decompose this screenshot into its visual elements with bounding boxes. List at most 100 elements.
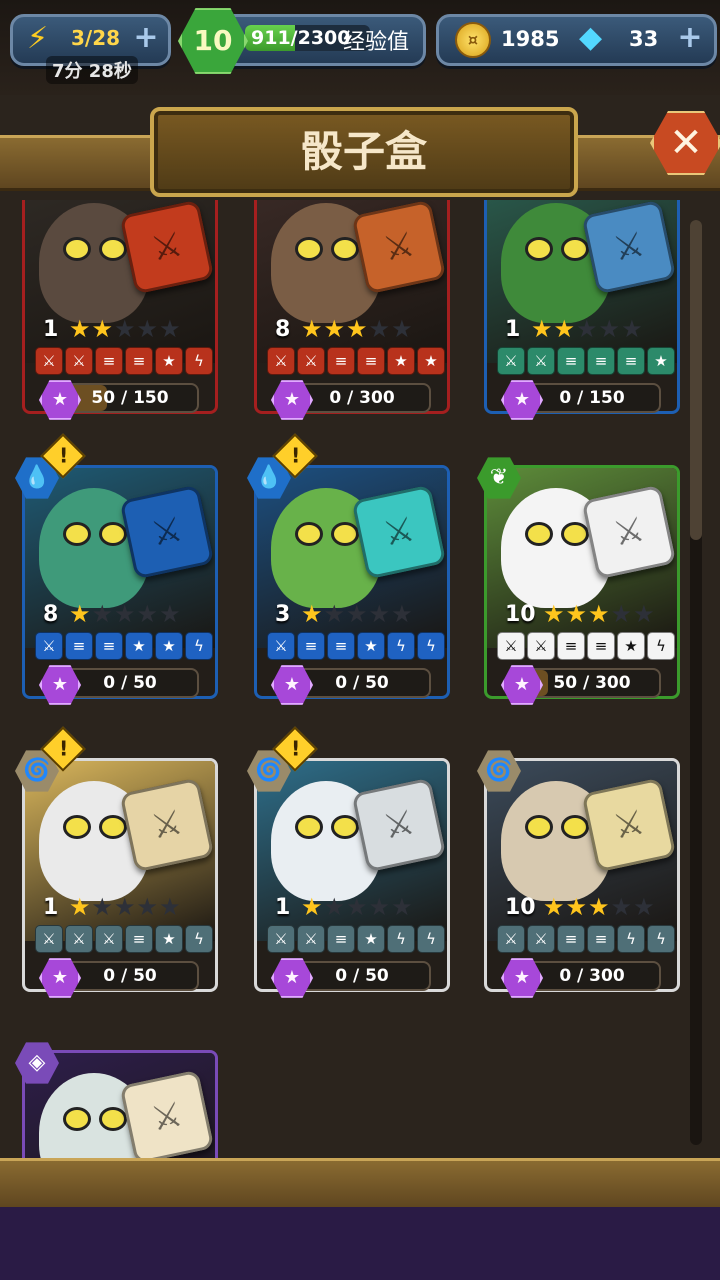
star-empty-icon: ★ [159,893,182,921]
coin-icon: ¤ [455,22,491,58]
sword-face-icon: ⚔ [267,632,295,660]
card-level: 1 [505,317,521,342]
dice-card[interactable]: ⚔ 1 ★★★★★ ⚔ ⚔ ≡ ≡ ★ ϟ 50 / 150 ★ [22,200,218,420]
bolt-face-icon: ϟ [185,632,213,660]
creature-eye [99,522,127,546]
dice-card[interactable]: ⚔ 1 ★★★★★ ⚔ ⚔ ≡ ★ ϟ ϟ 0 / 50 ★ 🌀! [247,726,450,998]
star-filled-icon: ★ [91,315,115,343]
star-face-icon: ★ [155,347,183,375]
alert-exclamation: ! [291,443,301,468]
creature-eye [525,522,553,546]
star-filled-icon: ★ [69,600,92,628]
creature-eye [331,815,359,839]
scrollbar-thumb[interactable] [690,220,702,540]
star-filled-icon: ★ [301,893,324,921]
star-filled-icon: ★ [346,315,369,343]
card-progress: 0 / 50 [61,961,199,991]
card-progress: 0 / 300 [523,961,661,991]
sword-face-icon: ⚔ [527,632,555,660]
star-empty-icon: ★ [368,600,392,628]
dice-card[interactable]: ⚔ 1 ★★★★★ ⚔ ⚔ ≡ ≡ ≡ ★ 0 / 150 ★ [484,200,680,420]
star-filled-icon: ★ [588,600,611,628]
star-empty-icon: ★ [159,315,182,343]
star-rating: ★★★★★ [69,315,182,343]
creature-eye [561,522,589,546]
alert-exclamation: ! [59,736,69,761]
dice-faces: ⚔ ⚔ ⚔ ≡ ★ ϟ [35,925,213,953]
dice-faces: ⚔ ⚔ ≡ ≡ ≡ ★ [497,347,675,375]
add-gems-icon[interactable]: + [675,23,705,53]
card-progress-text: 0 / 50 [335,673,389,693]
shield-face-icon: ≡ [587,925,615,953]
footer-plank [0,1158,720,1210]
star-empty-icon: ★ [114,315,137,343]
currency-panel[interactable]: ¤ 1985 ◆ 33 + [436,14,717,66]
sword-face-icon: ⚔ [65,347,93,375]
close-icon: ✕ [669,120,703,166]
creature-eye [63,522,91,546]
dice-card[interactable]: ⚔ ◈ [15,1042,218,1160]
diamond-icon: ◆ [579,20,603,55]
sword-face-icon: ⚔ [497,347,525,375]
star-rating: ★★★★★ [69,600,182,628]
card-progress-text: 50 / 150 [91,388,169,408]
star-filled-icon: ★ [531,315,554,343]
scrollbar[interactable] [690,220,702,1145]
dice-card[interactable]: ⚔ 1 ★★★★★ ⚔ ⚔ ⚔ ≡ ★ ϟ 0 / 50 ★ 🌀! [15,726,218,998]
star-face-icon: ★ [155,925,183,953]
bolt-face-icon: ϟ [185,925,213,953]
star-empty-icon: ★ [159,600,182,628]
star-face-icon: ★ [417,347,445,375]
star-empty-icon: ★ [633,893,656,921]
add-energy-icon[interactable]: + [131,23,161,53]
creature-eye [525,815,553,839]
star-filled-icon: ★ [565,600,589,628]
sword-face-icon: ⚔ [527,347,555,375]
sword-face-icon: ⚔ [497,925,525,953]
sword-face-icon: ⚔ [35,347,63,375]
sword-face-icon: ⚔ [297,925,325,953]
star-filled-icon: ★ [301,315,324,343]
dice-card[interactable]: ⚔ 3 ★★★★★ ⚔ ≡ ≡ ★ ϟ ϟ 0 / 50 ★ 💧! [247,433,450,705]
card-progress: 50 / 150 [61,383,199,413]
creature-eye [99,237,127,261]
dice-card[interactable]: ⚔ 8 ★★★★★ ⚔ ⚔ ≡ ≡ ★ ★ 0 / 300 ★ [254,200,450,420]
card-progress-text: 0 / 150 [559,388,625,408]
dice-card[interactable]: ⚔ 10 ★★★★★ ⚔ ⚔ ≡ ≡ ★ ϟ 50 / 300 ★ ❦ [477,457,680,705]
shield-face-icon: ≡ [557,347,585,375]
star-empty-icon: ★ [114,600,137,628]
card-level: 1 [275,895,291,920]
shield-face-icon: ≡ [327,925,355,953]
star-empty-icon: ★ [368,893,392,921]
star-rating: ★★★★★ [301,600,414,628]
star-filled-icon: ★ [565,893,589,921]
star-empty-icon: ★ [323,893,347,921]
dice-card[interactable]: ⚔ 10 ★★★★★ ⚔ ⚔ ≡ ≡ ϟ ϟ 0 / 300 ★ 🌀 [477,750,680,998]
bolt-face-icon: ϟ [185,347,213,375]
dice-card[interactable]: ⚔ 8 ★★★★★ ⚔ ≡ ≡ ★ ★ ϟ 0 / 50 ★ 💧! [15,433,218,705]
card-progress: 50 / 300 [523,668,661,698]
shield-face-icon: ≡ [357,347,385,375]
bolt-face-icon: ϟ [417,925,445,953]
card-progress-text: 50 / 300 [553,673,631,693]
creature-eye [63,1107,91,1131]
shield-face-icon: ≡ [557,925,585,953]
star-filled-icon: ★ [543,600,566,628]
banner-plate: 骰子盒 [150,107,578,197]
shield-face-icon: ≡ [587,347,615,375]
star-empty-icon: ★ [391,600,414,628]
star-empty-icon: ★ [391,893,414,921]
dice-icon: ⚔ [119,777,215,873]
star-empty-icon: ★ [136,600,160,628]
dice-card-grid[interactable]: ⚔ 1 ★★★★★ ⚔ ⚔ ≡ ≡ ★ ϟ 50 / 150 ★ ⚔ 8 ★★★★★ ⚔ ⚔ ≡ ≡ ★ ★ 0 / 3… [0,200,720,1160]
star-rating: ★★★★★ [69,893,182,921]
sword-face-icon: ⚔ [267,347,295,375]
creature-eye [331,237,359,261]
shield-face-icon: ≡ [125,347,153,375]
sword-face-icon: ⚔ [35,925,63,953]
dice-faces: ⚔ ⚔ ≡ ≡ ϟ ϟ [497,925,675,953]
creature-eye [561,815,589,839]
dice-icon: ⚔ [119,200,215,295]
gem-value: 33 [629,27,659,51]
creature-eye [99,815,127,839]
